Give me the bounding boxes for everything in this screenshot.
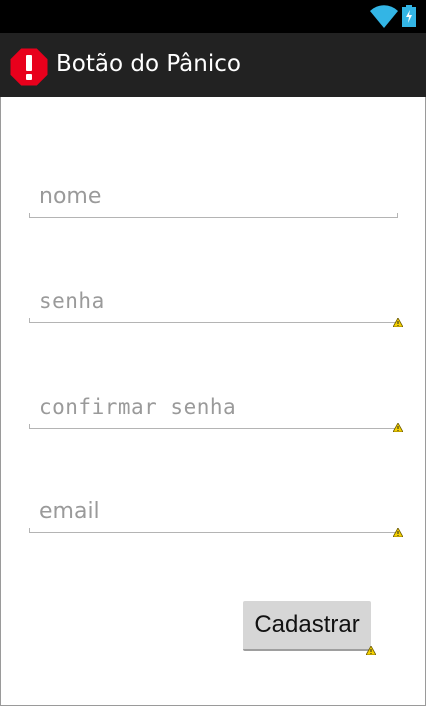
senha-underline <box>29 318 398 323</box>
senha-input[interactable] <box>39 283 379 319</box>
warning-icon <box>366 646 376 655</box>
email-underline <box>29 528 398 533</box>
senha-field[interactable] <box>29 283 398 323</box>
nome-underline <box>29 213 398 218</box>
status-bar <box>0 0 426 33</box>
confirmar-senha-underline <box>29 424 398 429</box>
nome-input[interactable] <box>39 178 379 214</box>
confirmar-senha-input[interactable] <box>39 389 379 425</box>
warning-icon <box>393 528 403 537</box>
confirmar-senha-field[interactable] <box>29 389 398 429</box>
battery-charging-icon <box>402 5 416 27</box>
app-title: Botão do Pânico <box>56 51 241 77</box>
warning-icon <box>393 423 403 432</box>
wifi-icon <box>370 5 398 28</box>
nome-field[interactable] <box>29 178 398 218</box>
email-input[interactable] <box>39 493 379 529</box>
email-field[interactable] <box>29 493 398 533</box>
warning-icon <box>393 318 403 327</box>
panic-alert-icon <box>9 47 49 87</box>
cadastrar-button[interactable]: Cadastrar <box>243 601 371 651</box>
